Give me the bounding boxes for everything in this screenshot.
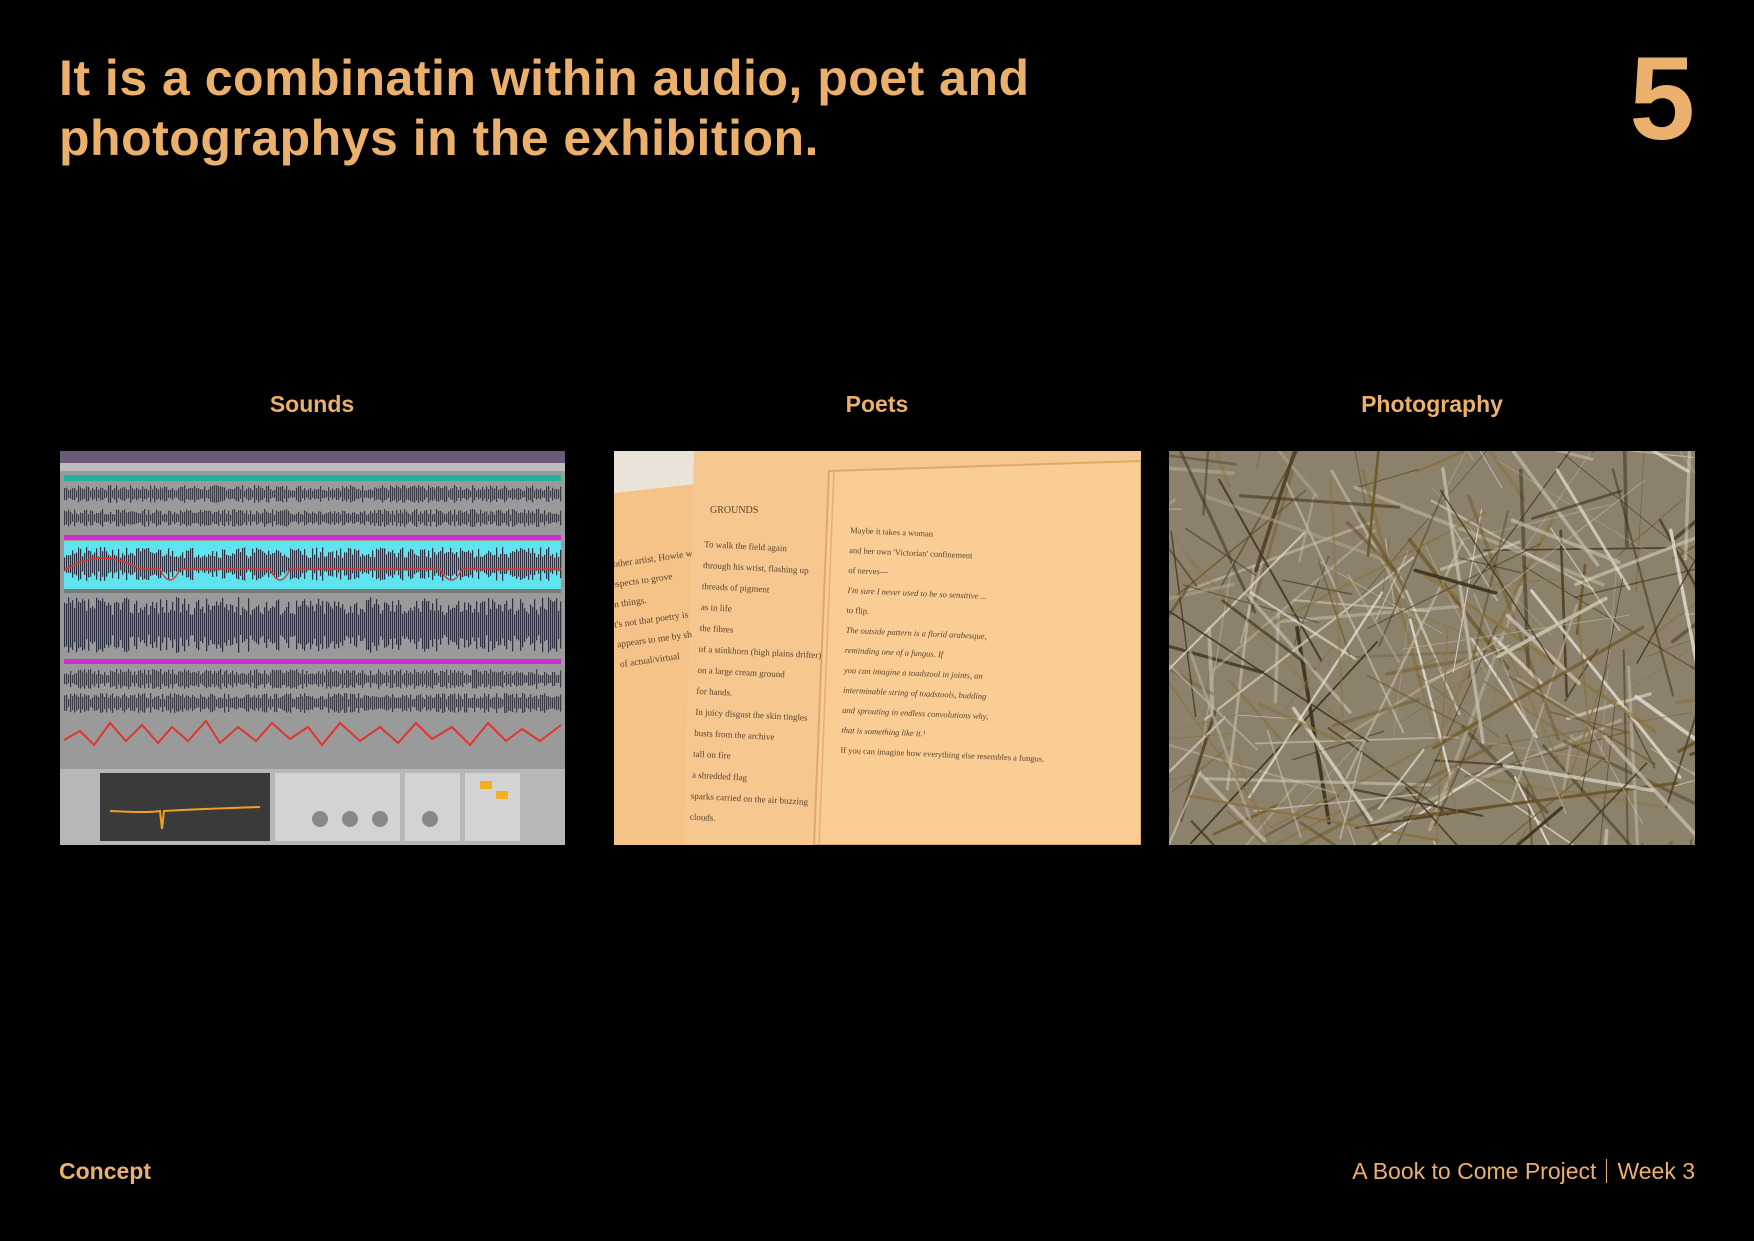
section-label: Concept [59, 1158, 151, 1184]
divider [1606, 1159, 1608, 1183]
poem-line: tall on fire [693, 749, 731, 761]
photography-image [1169, 451, 1695, 845]
sounds-image [60, 451, 565, 845]
poem-line: the fibres [699, 623, 734, 635]
poets-image: GROUNDS n other artist, Howie w respects … [614, 451, 1141, 845]
poem-line: as in life [701, 602, 732, 614]
texture-graphic [1169, 451, 1695, 845]
audio-editor-graphic [60, 451, 565, 845]
column-heading-poets: Poets [845, 391, 909, 417]
poem-line: of nerves— [848, 565, 889, 577]
project-name: A Book to Come Project [1352, 1158, 1597, 1184]
page-number: 5 [1629, 33, 1695, 165]
column-heading-photography: Photography [1361, 391, 1503, 417]
project-label: A Book to Come Project Week 3 [1352, 1158, 1695, 1185]
poem-line: clouds. [690, 812, 716, 823]
poem-line: for hands. [696, 686, 732, 698]
poem-title: GROUNDS [710, 505, 758, 516]
poem-pages-graphic: GROUNDS n other artist, Howie wrespects … [614, 451, 1141, 845]
week-label: Week 3 [1617, 1158, 1695, 1184]
poem-line: to flip. [846, 605, 869, 616]
column-heading-sounds: Sounds [269, 391, 355, 417]
slide-title: It is a combinatin within audio, poet an… [59, 50, 1030, 166]
